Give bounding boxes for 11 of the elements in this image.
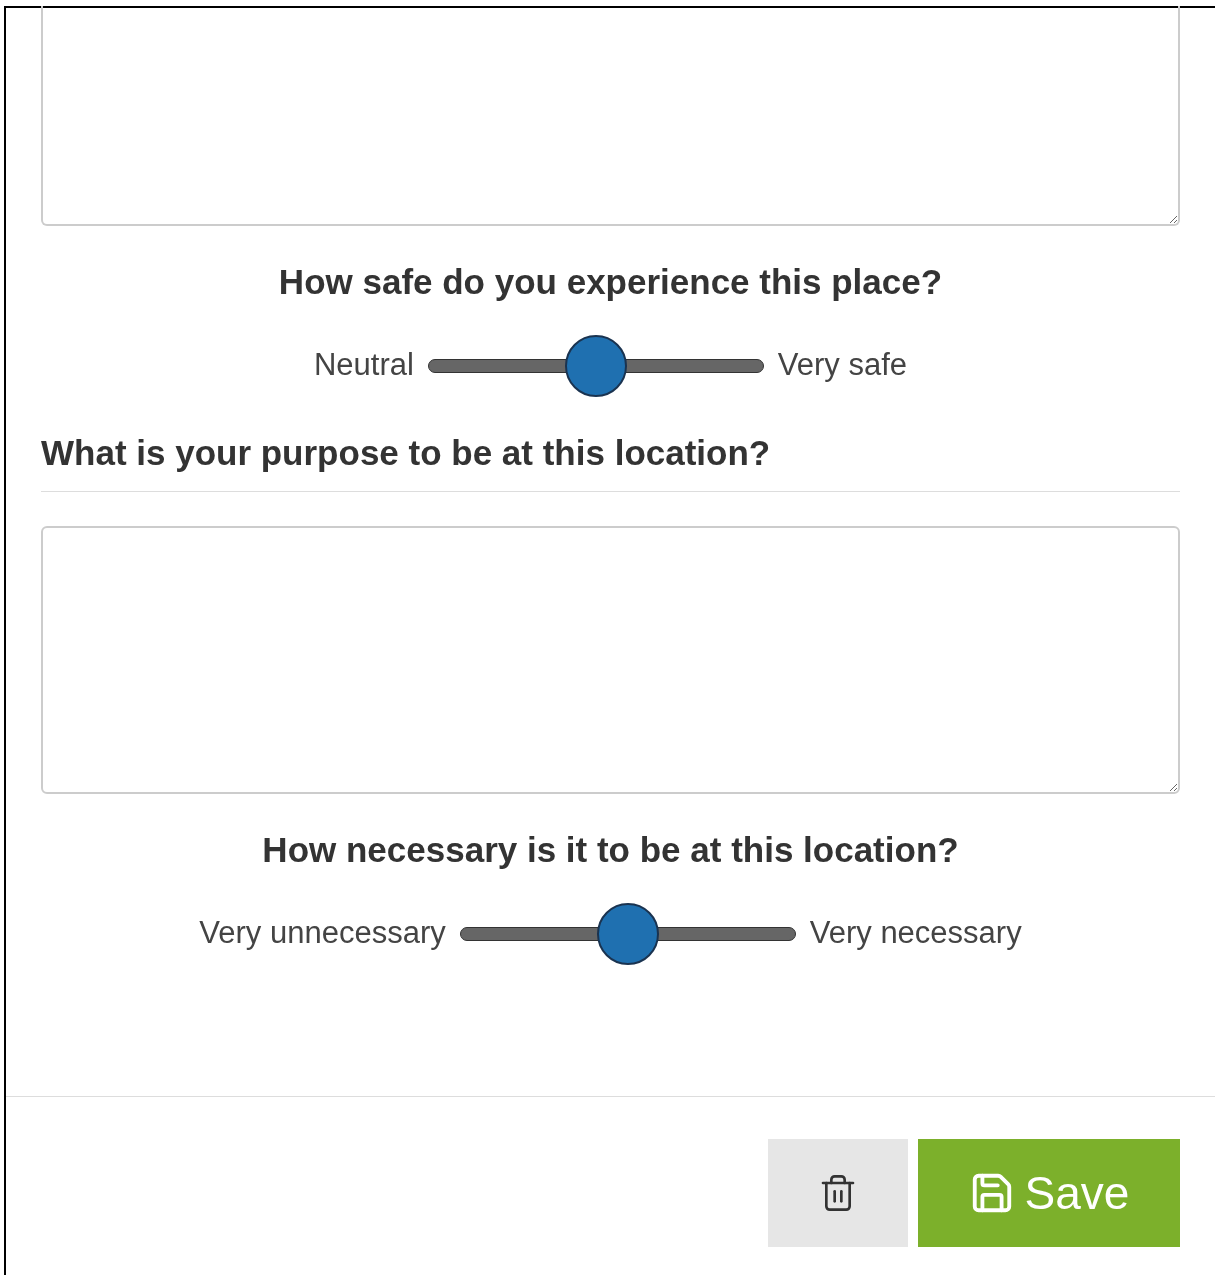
question-heading: What is your purpose to be at this location? bbox=[41, 431, 772, 474]
slider-min-label: Neutral bbox=[313, 346, 414, 385]
slider[interactable] bbox=[427, 334, 764, 397]
slider-max-label: Very safe bbox=[777, 346, 908, 385]
slider-question: How safe do you experience this place? bbox=[278, 261, 943, 303]
slider-min-label: Very unnecessary bbox=[199, 914, 446, 953]
save-button[interactable]: Save bbox=[918, 1139, 1180, 1247]
slider[interactable] bbox=[459, 902, 796, 965]
slider-max-label: Very necessary bbox=[809, 914, 1022, 953]
slider-question: How necessary is it to be at this location? bbox=[262, 829, 959, 871]
delete-button[interactable] bbox=[768, 1139, 908, 1247]
